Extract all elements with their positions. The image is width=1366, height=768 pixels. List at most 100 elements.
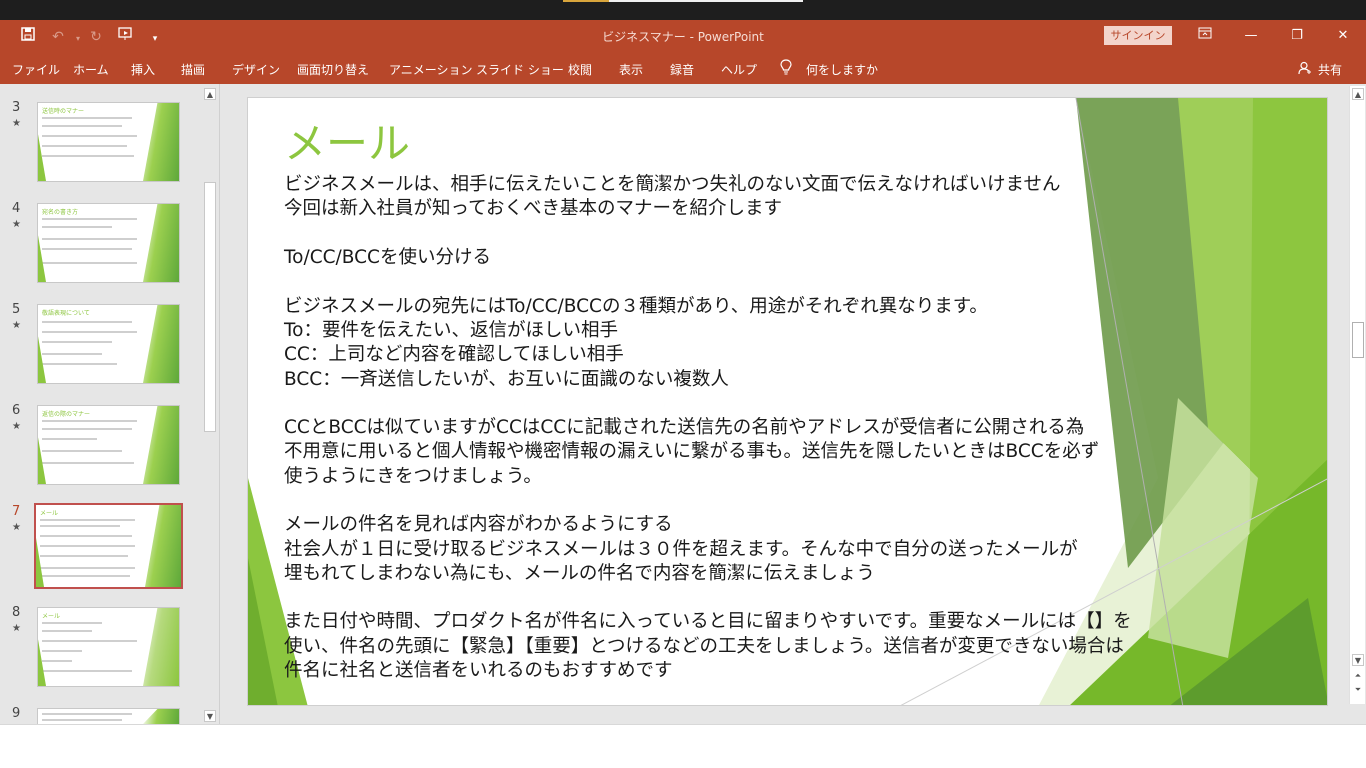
thumb-green-decoration <box>143 709 179 724</box>
slide-body-line[interactable]: CC：上司など内容を確認してほしい相手 <box>284 340 624 366</box>
scroll-up-arrow-icon[interactable]: ▲ <box>204 88 216 100</box>
thumb-number: 5 <box>12 302 21 317</box>
slide-canvas[interactable]: メール ビジネスメールは、相手に伝えたいことを簡潔かつ失礼のない文面で伝えなけれ… <box>247 97 1328 706</box>
previous-slide-icon[interactable]: ⏶ <box>1352 670 1364 682</box>
tab-draw[interactable]: 描画 <box>181 61 205 78</box>
tab-slideshow[interactable]: スライド ショー <box>476 61 564 78</box>
thumb-text-line <box>40 545 135 547</box>
slide-thumbnail-8[interactable]: メール <box>37 607 180 687</box>
animation-star-icon: ★ <box>12 522 21 533</box>
thumb-text-line <box>42 226 112 228</box>
restore-icon[interactable]: ❐ <box>1285 26 1309 46</box>
animation-star-icon: ★ <box>12 623 21 634</box>
slide-body-line[interactable]: ビジネスメールは、相手に伝えたいことを簡潔かつ失礼のない文面で伝えなければいけま… <box>284 170 1060 196</box>
thumb-text-line <box>42 438 97 440</box>
slide-thumbnail-3[interactable]: 送信時のマナー <box>37 102 180 182</box>
thumb-text-line <box>40 519 135 521</box>
slide-body-line[interactable]: 使うようにきをつけましょう。 <box>284 462 542 488</box>
tab-file[interactable]: ファイル <box>12 61 60 78</box>
thumb-text-line <box>42 353 102 355</box>
next-slide-icon[interactable]: ⏷ <box>1352 684 1364 696</box>
thumb-green-decoration <box>38 437 46 484</box>
slide-body-line[interactable]: ビジネスメールの宛先にはTo/CC/BCCの３種類があり、用途がそれぞれ異なりま… <box>284 292 988 318</box>
tab-view[interactable]: 表示 <box>619 61 643 78</box>
thumb-number: 7 <box>12 504 21 519</box>
animation-star-icon: ★ <box>12 320 21 331</box>
thumb-text-line <box>42 218 137 220</box>
tab-help[interactable]: ヘルプ <box>721 61 757 78</box>
slide-scrollbar[interactable]: ▲ ▼ ⏶ ⏷ <box>1349 86 1365 704</box>
thumb-text-line <box>40 575 130 577</box>
thumb-text-line <box>42 640 137 642</box>
thumb-title: メール <box>42 613 61 620</box>
tab-insert[interactable]: 挿入 <box>131 61 155 78</box>
tab-transitions[interactable]: 画面切り替え <box>297 61 369 78</box>
tab-design[interactable]: デザイン <box>232 61 280 78</box>
thumb-text-line <box>42 331 137 333</box>
slide-body-line[interactable]: メールの件名を見れば内容がわかるようにする <box>284 510 673 536</box>
slide-body-line[interactable]: To/CC/BCCを使い分ける <box>284 243 491 269</box>
slide-body-line[interactable]: BCC：一斉送信したいが、お互いに面識のない複数人 <box>284 365 729 391</box>
slide-thumbnail-6[interactable]: 返信の際のマナー <box>37 405 180 485</box>
thumb-text-line <box>42 462 134 464</box>
animation-star-icon: ★ <box>12 118 21 129</box>
signin-button[interactable]: サインイン <box>1104 26 1172 45</box>
thumb-title: 送信時のマナー <box>42 108 85 115</box>
thumbnail-scrollbar[interactable]: ▲ ▼ <box>202 86 218 722</box>
slide-thumbnail-5[interactable]: 敬語表現について <box>37 304 180 384</box>
top-strip <box>0 0 1366 20</box>
thumb-green-decoration <box>145 505 181 587</box>
animation-star-icon: ★ <box>12 219 21 230</box>
slide-body-line[interactable]: 社会人が１日に受け取るビジネスメールは３０件を超えます。そんな中で自分の送ったメ… <box>284 535 1078 561</box>
tab-record[interactable]: 録音 <box>670 61 694 78</box>
thumb-text-line <box>40 525 120 527</box>
thumb-green-decoration <box>143 305 179 383</box>
slide-title[interactable]: メール <box>284 110 410 171</box>
slide-thumbnail-7[interactable]: メール <box>34 503 183 589</box>
animation-star-icon: ★ <box>12 421 21 432</box>
slide-body-line[interactable]: 埋もれてしまわない為にも、メールの件名で内容を簡潔に伝えましょう <box>284 559 875 585</box>
slide-body-line[interactable]: To：要件を伝えたい、返信がほしい相手 <box>284 316 618 342</box>
slide-thumbnail-4[interactable]: 宛名の書き方 <box>37 203 180 283</box>
scroll-up-arrow-icon[interactable]: ▲ <box>1352 88 1364 100</box>
thumb-green-decoration <box>143 608 179 686</box>
tab-animations[interactable]: アニメーション <box>389 61 473 78</box>
thumb-text-line <box>42 450 122 452</box>
thumb-number: 4 <box>12 201 21 216</box>
slide-body-line[interactable]: CCとBCCは似ていますがCCはCCに記載された送信先の名前やアドレスが受信者に… <box>284 413 1084 439</box>
scroll-down-arrow-icon[interactable]: ▼ <box>1352 654 1364 666</box>
tab-review[interactable]: 校閲 <box>568 61 592 78</box>
close-icon[interactable]: ✕ <box>1331 26 1355 46</box>
ribbon-display-options-icon[interactable] <box>1193 26 1217 46</box>
thumb-number: 6 <box>12 403 21 418</box>
slide-body-line[interactable]: 件名に社名と送信者をいれるのもおすすめです <box>284 656 673 682</box>
scrollbar-thumb[interactable] <box>204 182 216 432</box>
slide-body-line[interactable]: 使い、件名の先頭に【緊急】【重要】とつけるなどの工夫をしましょう。送信者が変更で… <box>284 632 1124 658</box>
lightbulb-icon[interactable] <box>779 59 793 78</box>
thumb-text-line <box>42 660 72 662</box>
slide-thumbnail-9[interactable] <box>37 708 180 724</box>
thumb-green-decoration <box>38 235 46 282</box>
share-button[interactable]: 共有 <box>1318 61 1342 78</box>
thumb-text-line <box>42 428 132 430</box>
thumb-text-line <box>42 420 137 422</box>
thumb-title: メール <box>40 510 59 517</box>
scrollbar-thumb[interactable] <box>1352 322 1364 358</box>
tell-me-search[interactable]: 何をしますか <box>806 61 878 78</box>
thumb-text-line <box>42 155 134 157</box>
slide-body-line[interactable]: 不用意に用いると個人情報や機密情報の漏えいに繋がる事も。送信先を隠したいときはB… <box>284 437 1099 463</box>
thumb-title: 宛名の書き方 <box>42 209 79 216</box>
thumb-text-line <box>42 719 122 721</box>
minimize-icon[interactable]: — <box>1239 26 1263 46</box>
thumb-text-line <box>42 341 112 343</box>
top-strip-highlight-accent <box>563 0 609 2</box>
thumb-title: 返信の際のマナー <box>42 411 91 418</box>
slide-body-line[interactable]: 今回は新入社員が知っておくべき基本のマナーを紹介します <box>284 194 782 220</box>
scroll-down-arrow-icon[interactable]: ▼ <box>204 710 216 722</box>
thumb-number: 8 <box>12 605 21 620</box>
slide-body-line[interactable]: また日付や時間、プロダクト名が件名に入っていると目に留まりやすいです。重要なメー… <box>284 607 1132 633</box>
thumb-text-line <box>42 117 132 119</box>
tab-home[interactable]: ホーム <box>73 61 109 78</box>
thumb-text-line <box>42 363 117 365</box>
share-icon[interactable] <box>1298 61 1312 75</box>
